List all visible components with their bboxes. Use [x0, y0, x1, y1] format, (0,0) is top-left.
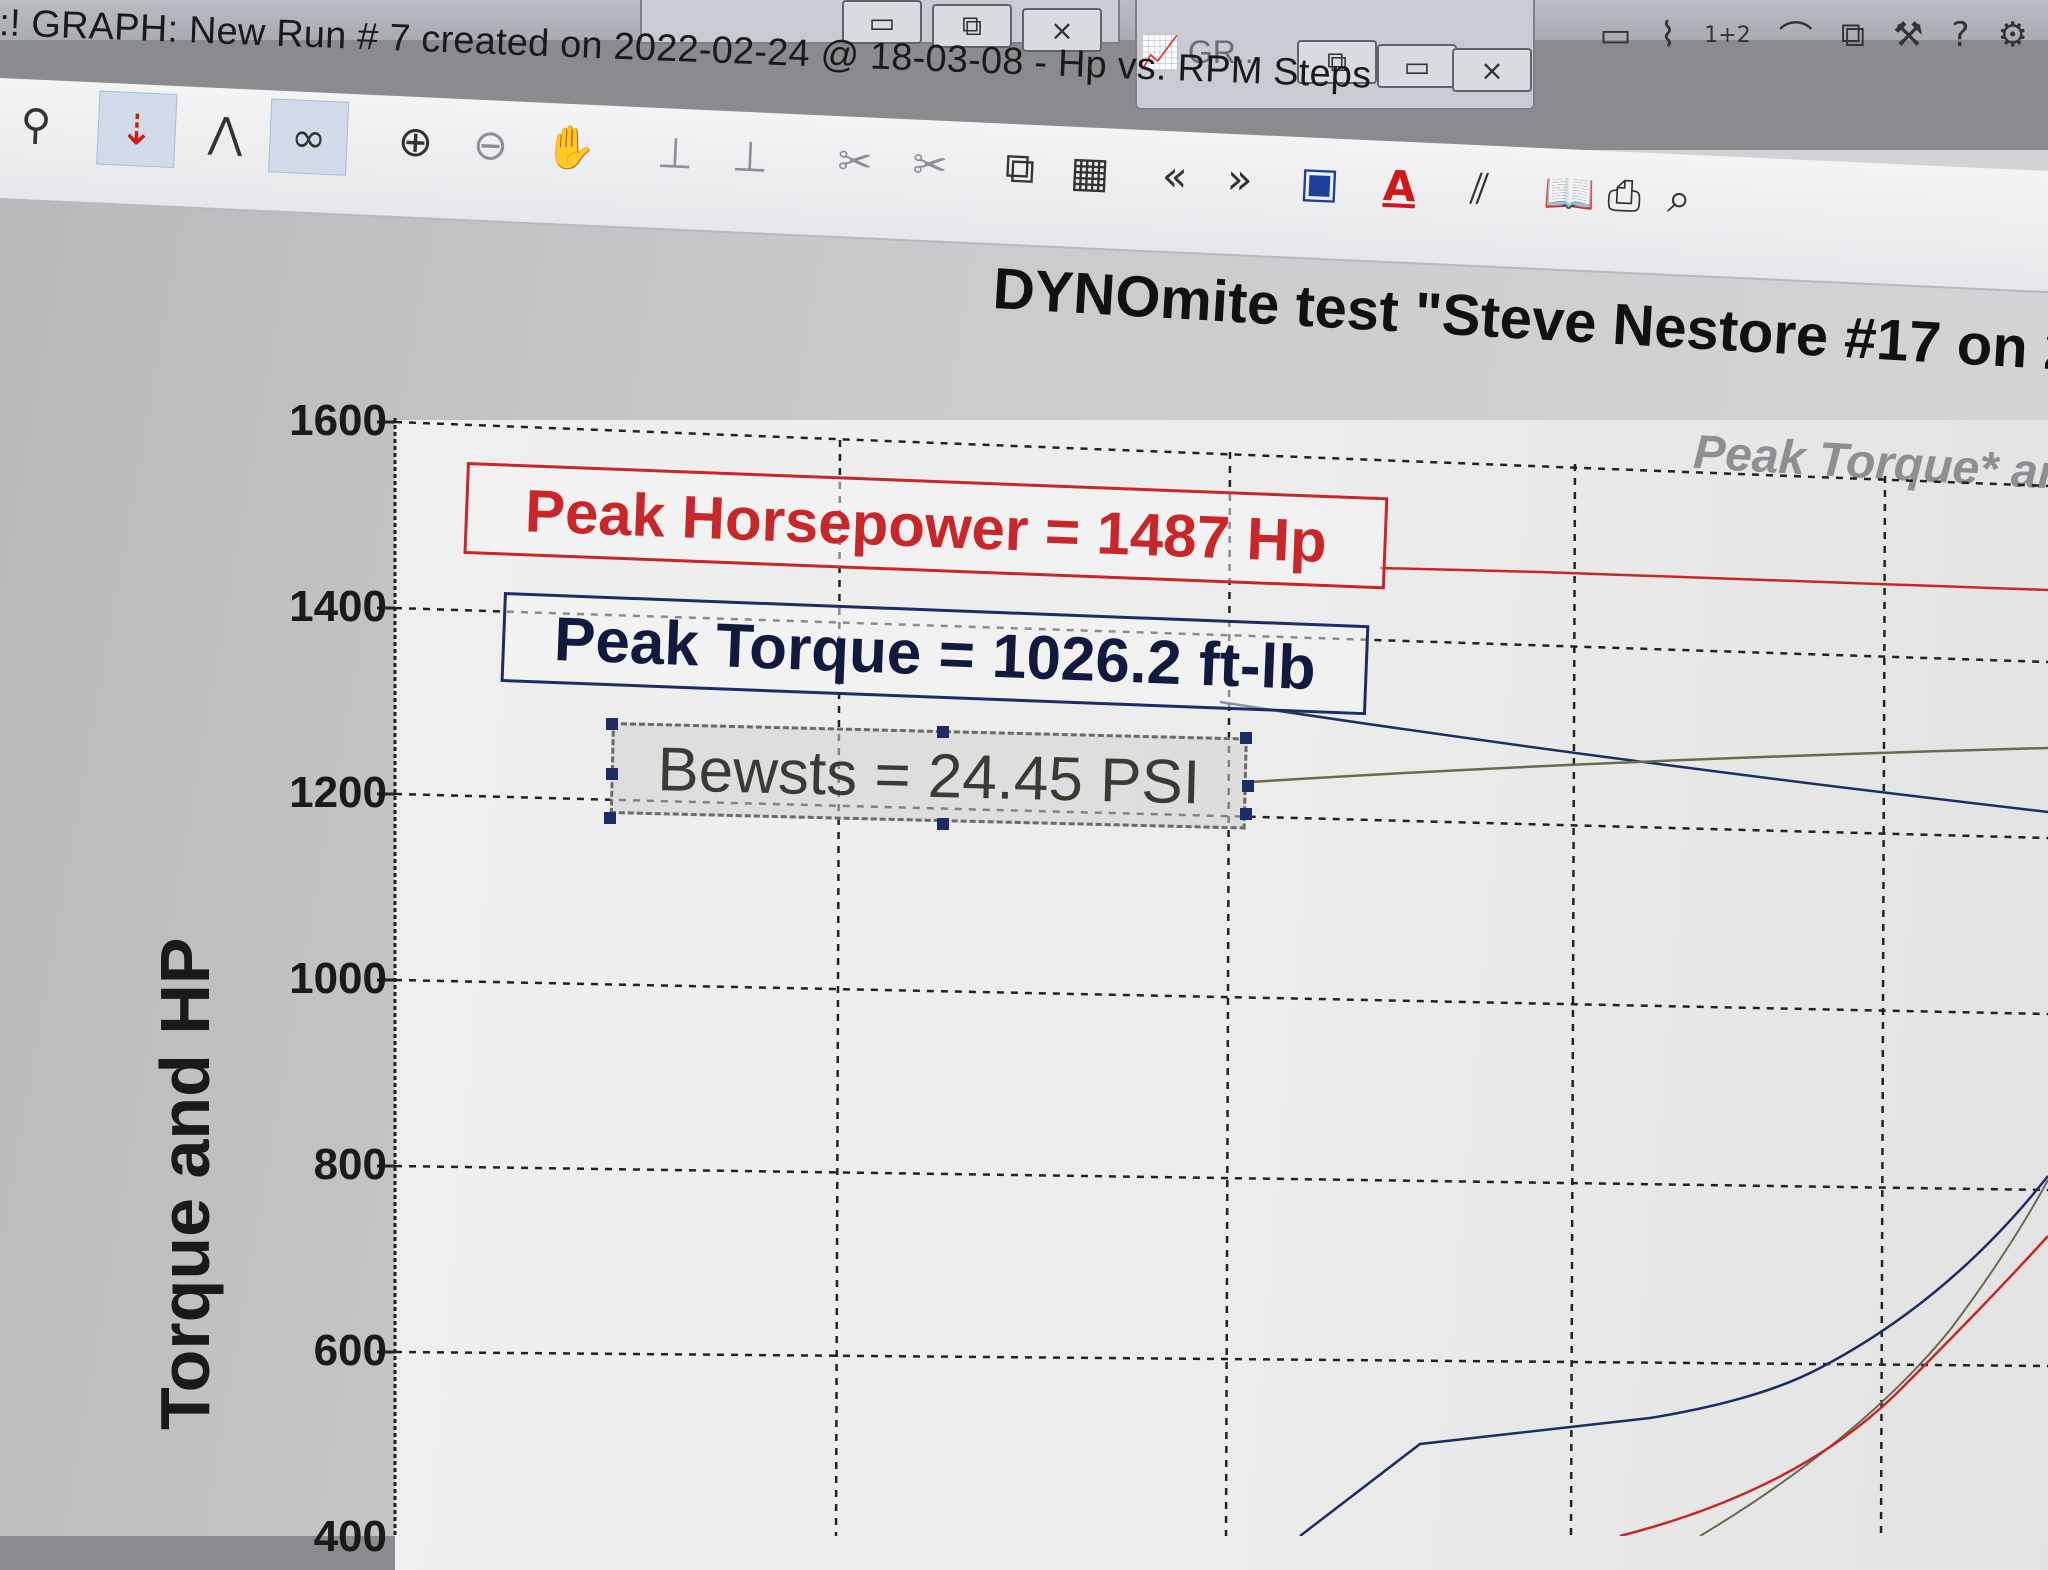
resize-handle[interactable]	[1240, 808, 1252, 820]
y-tick-label: 1400	[289, 582, 387, 631]
gridline-h	[394, 978, 2048, 1016]
gridline-v	[1224, 451, 1232, 1536]
gridline-v	[1569, 463, 1577, 1536]
hp-line-top	[1379, 566, 2048, 592]
gridline-h	[394, 1350, 2048, 1368]
y-tick-label: 800	[313, 1140, 387, 1189]
hp-line-bottom	[1619, 1235, 2048, 1536]
boost-annotation[interactable]: Bewsts = 24.45 PSI	[609, 722, 1248, 830]
y-tick-label: 400	[313, 1512, 387, 1561]
resize-handle[interactable]	[937, 818, 949, 830]
resize-handle[interactable]	[937, 726, 949, 738]
resize-handle[interactable]	[1242, 780, 1254, 792]
y-tick-label: 600	[313, 1326, 387, 1375]
grid	[394, 420, 2048, 1536]
y-tick-label: 1000	[289, 954, 387, 1003]
boost-line-top	[1249, 746, 2048, 784]
resize-handle[interactable]	[1240, 732, 1252, 744]
resize-handle[interactable]	[606, 768, 618, 780]
resize-handle[interactable]	[606, 718, 618, 730]
y-tick-label: 1200	[289, 768, 387, 817]
resize-handle[interactable]	[604, 812, 616, 824]
torque-line-top	[1219, 700, 2048, 814]
boost-line-bottom	[1699, 1179, 2048, 1536]
torque-line-bottom	[1299, 1175, 2048, 1536]
gridline-h	[394, 1164, 2048, 1192]
gridline-v	[1879, 475, 1887, 1536]
y-tick-label: 1600	[289, 396, 387, 445]
